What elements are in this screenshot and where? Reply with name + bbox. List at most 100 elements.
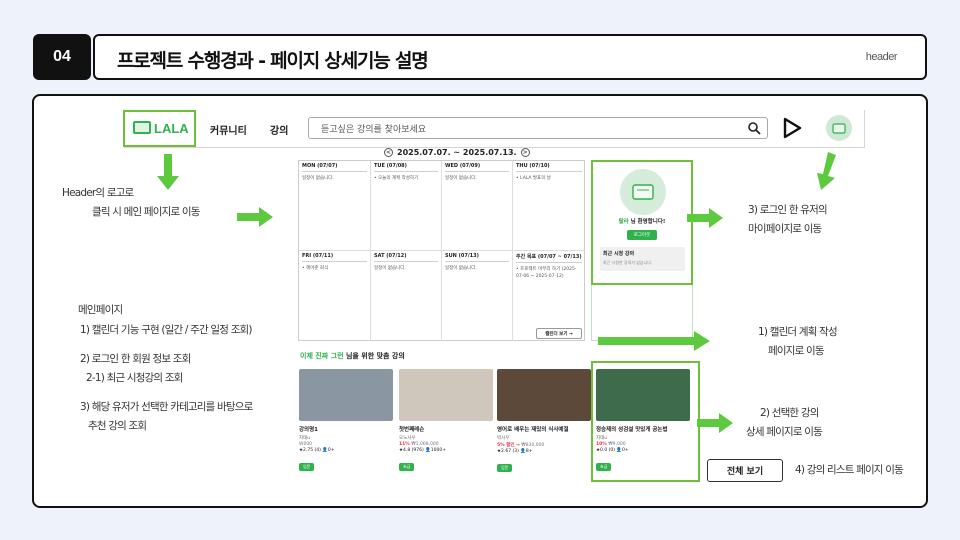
day-label: WED (07/09) [445, 163, 509, 172]
note-line: Header의 로고로 [62, 187, 134, 199]
lecture-instructor: 오노사우 [399, 436, 416, 441]
day-label: FRI (07/11) [302, 253, 367, 262]
recent-empty: 최근 시청한 강의가 없습니다. [603, 260, 653, 265]
note-line: 2-1) 최근 시청강의 조회 [86, 372, 183, 384]
next-week-button[interactable]: > [520, 148, 530, 157]
search-placeholder: 듣고싶은 강의를 찾아보세요 [321, 125, 427, 135]
day-event: 일정이 없습니다. [302, 176, 334, 181]
calendar-day[interactable]: SUN (07/13) 일정이 없습니다. [442, 251, 513, 341]
arrow-right-icon [687, 208, 723, 228]
lecture-price: W000 [299, 442, 313, 447]
note-line: 클릭 시 메인 페이지로 이동 [92, 206, 200, 218]
logo-text: LALA [154, 121, 189, 136]
level-tag: 입문 [299, 463, 315, 471]
lecture-title: 첫번째레슨 [399, 427, 425, 433]
nav-community[interactable]: 커뮤니티 [210, 122, 247, 137]
level-tag: 입문 [497, 464, 513, 472]
lecture-card[interactable]: 첫번째레슨 오노사우 11% ₩1,068,000 ★4.8 (976) 👤10… [399, 369, 493, 472]
slide-title: 프로젝트 수행경과 - 페이지 상세기능 설명 [117, 50, 429, 72]
day-label: TUE (07/08) [374, 163, 438, 172]
profile-avatar[interactable] [620, 169, 666, 215]
discount: 11% [399, 442, 410, 447]
user-avatar[interactable] [826, 115, 852, 141]
day-label: 주간 목표 (07/07 ~ 07/13) [516, 253, 582, 263]
recent-lectures: 최근 시청 강의 최근 시청한 강의가 없습니다. [600, 247, 685, 271]
note-line: 페이지로 이동 [768, 345, 825, 357]
day-label: MON (07/07) [302, 163, 367, 172]
note-line: 1) 캘린더 계획 작성 [758, 326, 838, 338]
lecture-rating: ★4.8 (976) 👤1000+ [399, 448, 446, 453]
arrow-right-icon [697, 413, 733, 433]
calendar-day[interactable]: WED (07/09) 일정이 없습니다. [442, 161, 513, 251]
calendar-day[interactable]: SAT (07/12) 일정이 없습니다. [371, 251, 442, 341]
calendar-view-button[interactable]: 캘린더 보기 → [536, 328, 582, 339]
greeting: 님 환영합니다! [628, 219, 666, 225]
note-line: 3) 로그인 한 유저의 [748, 204, 828, 216]
calendar-range: < 2025.07.07. ~ 2025.07.13. > [384, 148, 530, 157]
day-event: 일정이 없습니다. [445, 266, 477, 271]
calendar-day[interactable]: FRI (07/11) • 헤어준 회식 [299, 251, 371, 341]
arrow-down-icon [157, 154, 179, 190]
calendar-day[interactable]: TUE (07/08) • 오늘의 계획 작성하기 [371, 161, 442, 251]
view-all-button[interactable]: 전체 보기 [707, 459, 783, 482]
lecture-card[interactable]: 강의명1 지태u W000 ★2.75 (4) 👤0+ 입문 [299, 369, 393, 472]
note-main-page: 메인페이지 1) 캘린더 기능 구현 (일간 / 주간 일정 조회) 2) 로그… [78, 303, 253, 434]
note-line: 3) 해당 유저가 선택한 카테고리를 바탕으로 [80, 401, 253, 413]
lecture-thumbnail[interactable] [399, 369, 493, 421]
recommend-title: 이제 진짜 그런 님을 위한 맞춤 강의 [300, 351, 405, 361]
day-event: • 프로젝트 마무리 하기 (2025-07-06 ~ 2025-07-12) [516, 267, 577, 279]
day-event: • LALA 발표의 날 [516, 176, 551, 181]
search-icon[interactable] [747, 121, 761, 135]
search-input[interactable]: 듣고싶은 강의를 찾아보세요 [308, 117, 768, 139]
calendar-range-text: 2025.07.07. ~ 2025.07.13. [397, 148, 517, 157]
note-line: 추천 강의 조회 [88, 420, 147, 432]
lecture-instructor: 박시우 [497, 436, 510, 441]
recommend-rest: 님을 위한 맞춤 강의 [343, 352, 405, 360]
lecture-price: 11% ₩1,068,000 [399, 442, 493, 447]
level-tag: 초급 [399, 463, 415, 471]
day-event: 일정이 없습니다. [374, 266, 406, 271]
day-label: THU (07/10) [516, 163, 582, 172]
day-event: • 오늘의 계획 작성하기 [374, 176, 419, 181]
day-event: 일정이 없습니다. [445, 176, 477, 181]
note-line: 2) 선택한 강의 [760, 407, 819, 419]
user-name: 랄라 [618, 219, 629, 225]
calendar-day[interactable]: MON (07/07) 일정이 없습니다. [299, 161, 371, 251]
lecture-thumbnail[interactable] [299, 369, 393, 421]
note-header-logo: Header의 로고로 클릭 시 메인 페이지로 이동 [62, 186, 200, 220]
prev-week-button[interactable]: < [384, 148, 393, 157]
site-logo[interactable]: LALA [123, 110, 196, 147]
price-value: ₩1,068,000 [411, 442, 439, 447]
lecture-instructor: 지태u [299, 436, 311, 441]
lecture-price: 5% 할인 → ₩830,000 [497, 442, 591, 448]
note-line: 2) 로그인 한 회원 정보 조회 [80, 353, 191, 365]
lecture-card[interactable]: 영어로 배우는 재밌의 식사예절 박시우 5% 할인 → ₩830,000 ★2… [497, 369, 591, 473]
logo-icon [133, 121, 151, 134]
recommend-user: 이제 진짜 그런 [300, 352, 344, 360]
price-value: ₩830,000 [521, 443, 545, 448]
slide-number: 04 [33, 34, 91, 80]
section-label: header [865, 51, 898, 63]
lecture-title: 강의명1 [299, 427, 319, 433]
profile-card: 랄라 님 환영합니다! 로그아웃 최근 시청 강의 최근 시청한 강의가 없습니… [591, 160, 693, 285]
day-label: SUN (07/13) [445, 253, 509, 262]
note-mypage: 3) 로그인 한 유저의 마이페이지로 이동 [748, 203, 828, 237]
title-bar: 프로젝트 수행경과 - 페이지 상세기능 설명 header [93, 34, 927, 80]
welcome-text: 랄라 님 환영합니다! [593, 217, 691, 225]
lecture-rating: ★2.67 (3) 👤8+ [497, 449, 533, 454]
nav-lecture[interactable]: 강의 [270, 122, 288, 137]
day-event: • 헤어준 회식 [302, 266, 329, 271]
arrow-right-icon [237, 207, 273, 227]
lecture-rating: ★2.75 (4) 👤0+ [299, 448, 335, 453]
logout-button[interactable]: 로그아웃 [627, 230, 657, 240]
selected-card-frame [591, 361, 700, 482]
play-icon[interactable] [782, 117, 802, 139]
lecture-thumbnail[interactable] [497, 369, 591, 421]
recent-title: 최근 시청 강의 [603, 251, 635, 257]
arrow-right-icon [598, 331, 710, 351]
note-line: 1) 캘린더 기능 구현 (일간 / 주간 일정 조회) [80, 324, 253, 336]
lecture-title: 영어로 배우는 재밌의 식사예절 [497, 427, 569, 433]
note-line: 메인페이지 [78, 304, 123, 316]
calendar-day[interactable]: THU (07/10) • LALA 발표의 날 [513, 161, 585, 251]
discount: 5% 할인 → [497, 443, 520, 448]
